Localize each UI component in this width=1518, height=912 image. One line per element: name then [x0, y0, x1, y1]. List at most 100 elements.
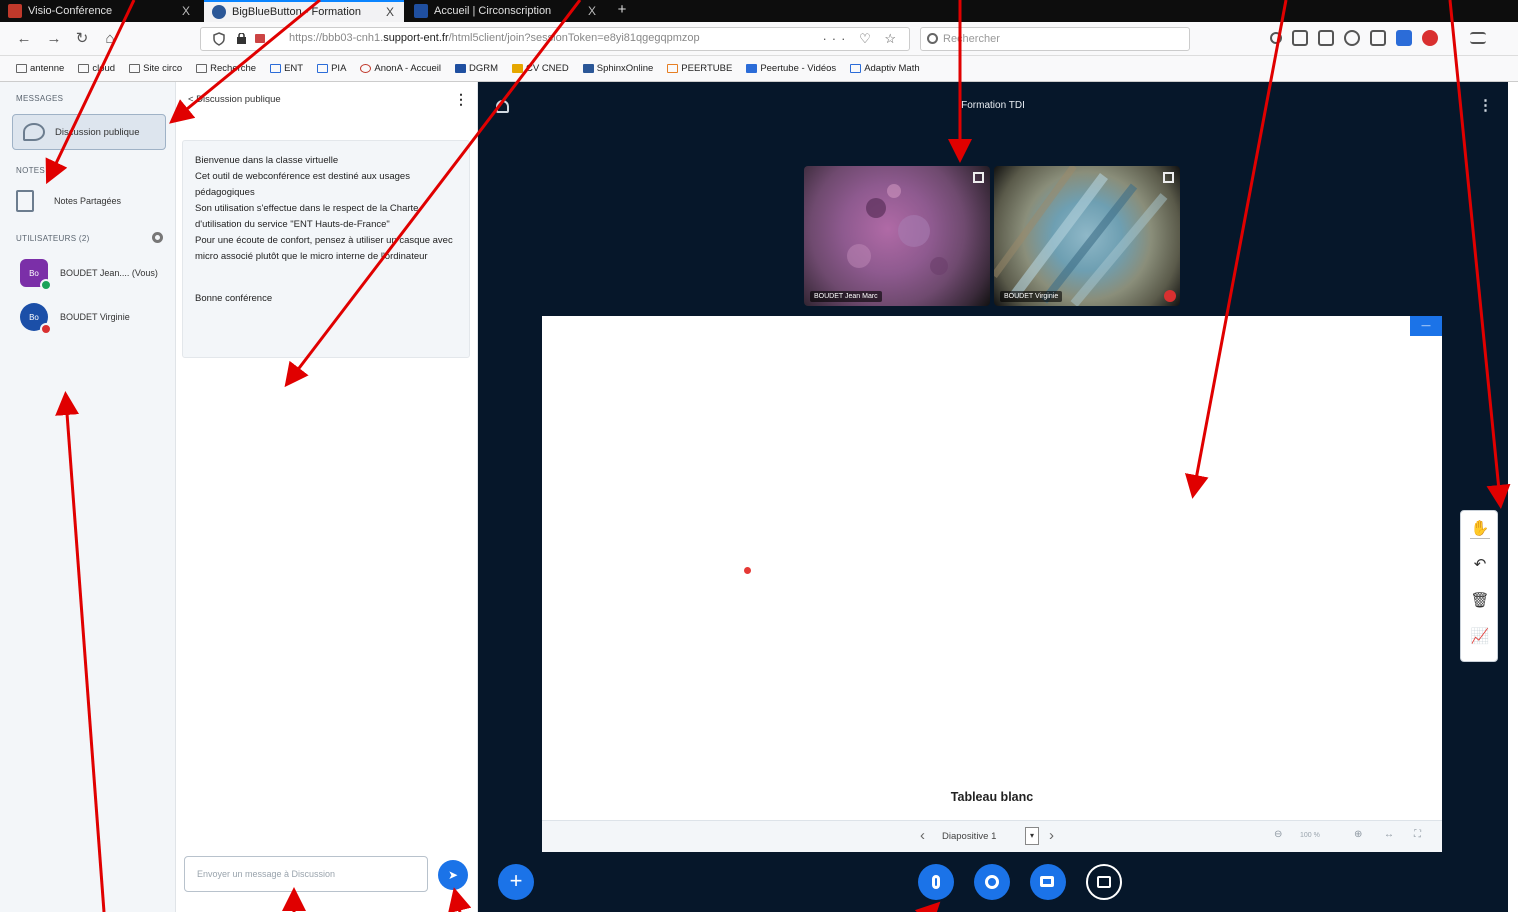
- welcome-line: Cet outil de webconférence est destiné a…: [195, 171, 410, 198]
- bookmark-item[interactable]: Recherche: [196, 63, 256, 74]
- mic-muted-icon: [40, 323, 52, 335]
- tab-close-icon[interactable]: X: [178, 4, 194, 18]
- bookmark-item[interactable]: PIA: [317, 63, 346, 74]
- url-text: https://bbb03-cnh1.support-ent.fr/html5c…: [289, 32, 700, 44]
- previous-slide-button[interactable]: ‹: [920, 827, 925, 844]
- webcam-tile[interactable]: BOUDET Jean Marc: [804, 166, 990, 306]
- hamburger-menu-icon[interactable]: [1470, 32, 1486, 44]
- zoom-in-icon[interactable]: ⊕: [1354, 829, 1362, 840]
- phone-icon: [985, 875, 999, 889]
- whiteboard-tools-panel: ✋ ↶ 🗑 📈: [1460, 510, 1498, 662]
- fullscreen-icon[interactable]: ⛶: [1414, 829, 1421, 840]
- users-section-title: UTILISATEURS (2): [16, 234, 90, 243]
- extension-badge-icon[interactable]: [1396, 30, 1412, 46]
- slide-selector[interactable]: Diapositive 1: [942, 831, 996, 842]
- download-icon[interactable]: [1270, 32, 1282, 44]
- fullscreen-icon[interactable]: [1163, 172, 1174, 183]
- chat-message-input[interactable]: Envoyer un message à Discussion: [184, 856, 428, 892]
- account-icon[interactable]: [1344, 30, 1360, 46]
- bookmark-favicon: [511, 64, 523, 73]
- cursor-pointer-dot: [744, 567, 751, 574]
- send-message-button[interactable]: ➤: [438, 860, 468, 890]
- search-placeholder: Rechercher: [943, 33, 1000, 45]
- bookmark-item[interactable]: ENT: [270, 63, 303, 74]
- bookmark-item[interactable]: CV CNED: [511, 63, 569, 74]
- whiteboard-label: Tableau blanc: [950, 790, 1034, 804]
- new-tab-button[interactable]: +: [610, 0, 634, 22]
- next-slide-button[interactable]: ›: [1049, 827, 1054, 844]
- tab-favicon: [8, 4, 22, 18]
- bookmark-item[interactable]: SphinxOnline: [582, 63, 653, 74]
- folder-icon: [16, 64, 27, 73]
- tab-favicon: [414, 4, 428, 18]
- back-icon[interactable]: ←: [14, 29, 34, 49]
- share-screen-button[interactable]: [1086, 864, 1122, 900]
- bookmark-item[interactable]: antenne: [16, 63, 64, 74]
- avatar: Bo: [20, 259, 52, 291]
- mute-microphone-button[interactable]: [918, 864, 954, 900]
- adblock-icon[interactable]: [1422, 30, 1438, 46]
- zoom-out-icon[interactable]: ⊖: [1274, 829, 1282, 840]
- welcome-line: Bienvenue dans la classe virtuelle: [195, 155, 339, 166]
- multi-user-whiteboard-icon[interactable]: 📈: [1470, 627, 1490, 647]
- slide-dropdown-icon[interactable]: ▾: [1025, 827, 1039, 845]
- tab-close-icon[interactable]: X: [382, 5, 398, 19]
- home-icon[interactable]: ⌂: [100, 29, 120, 49]
- browser-search-field[interactable]: Rechercher: [920, 27, 1190, 51]
- whiteboard-presentation[interactable]: — Tableau blanc ‹ Diapositive 1 ▾ › ⊖ 10…: [542, 316, 1442, 852]
- tab-accueil[interactable]: Accueil | Circonscription X: [406, 0, 606, 22]
- folder-icon: [129, 64, 141, 73]
- gear-icon[interactable]: [152, 232, 163, 243]
- webcam-tile[interactable]: BOUDET Virginie: [994, 166, 1180, 306]
- bookmark-favicon: [454, 64, 466, 73]
- bookmark-item[interactable]: Peertube - Vidéos: [746, 63, 836, 74]
- welcome-line: Son utilisation s'effectue dans le respe…: [195, 203, 419, 230]
- bookmark-favicon: [850, 64, 862, 73]
- lock-icon[interactable]: [237, 33, 246, 44]
- bookmark-favicon: [270, 64, 282, 73]
- fullscreen-icon[interactable]: [973, 172, 984, 183]
- tab-visio[interactable]: Visio-Conférence X: [0, 0, 200, 22]
- bookmark-favicon: [317, 64, 329, 73]
- tab-close-icon[interactable]: X: [584, 4, 600, 18]
- shared-notes-button[interactable]: Notes Partagées: [16, 188, 121, 214]
- page-actions-icons[interactable]: ··· ♡ ☆: [822, 31, 901, 47]
- bookmark-item[interactable]: DGRM: [454, 63, 498, 74]
- bookmark-item[interactable]: AnonA - Accueil: [360, 63, 441, 74]
- tab-favicon: [212, 5, 226, 19]
- chat-options-icon[interactable]: ⋮: [454, 91, 468, 108]
- bookmark-item[interactable]: cloud: [78, 63, 115, 74]
- options-menu-icon[interactable]: ⋮: [1478, 96, 1493, 114]
- trash-icon[interactable]: 🗑: [1470, 591, 1490, 611]
- library-icon[interactable]: [1292, 30, 1308, 46]
- extensions-icon[interactable]: [1370, 30, 1386, 46]
- bookmark-item[interactable]: Site circo: [129, 63, 182, 74]
- fit-width-icon[interactable]: ↔: [1384, 829, 1394, 840]
- tracking-shield-icon[interactable]: [213, 32, 225, 46]
- chat-header-back-button[interactable]: < Discussion publique: [188, 94, 281, 105]
- user-list-item[interactable]: Bo BOUDET Virginie: [20, 300, 130, 335]
- undo-icon[interactable]: ↶: [1470, 555, 1490, 575]
- forward-icon[interactable]: →: [44, 29, 64, 49]
- bookmark-item[interactable]: PEERTUBE: [667, 63, 732, 74]
- shared-notes-label: Notes Partagées: [54, 196, 122, 206]
- screen-share-icon: [1097, 876, 1111, 888]
- public-chat-button[interactable]: Discussion publique: [12, 114, 166, 150]
- bookmark-item[interactable]: Adaptiv Math: [850, 63, 920, 74]
- minimize-presentation-button[interactable]: —: [1410, 316, 1442, 336]
- webcam-feed-image: [847, 184, 948, 275]
- bookmark-favicon: [582, 64, 594, 73]
- share-webcam-button[interactable]: [1030, 864, 1066, 900]
- actions-plus-button[interactable]: +: [498, 864, 534, 900]
- bookmarks-bar: antenne cloud Site circo Recherche ENT P…: [0, 56, 1518, 82]
- hand-tool-icon[interactable]: ✋: [1470, 519, 1490, 539]
- notes-section-title: NOTES: [16, 166, 46, 175]
- folder-icon: [196, 64, 208, 73]
- user-list-item[interactable]: Bo BOUDET Jean.... (Vous): [20, 256, 158, 291]
- reload-icon[interactable]: ↻: [72, 29, 92, 49]
- address-bar[interactable]: https://bbb03-cnh1.support-ent.fr/html5c…: [200, 27, 910, 51]
- sidebar-toggle-icon[interactable]: [1318, 30, 1334, 46]
- tab-bbb-active[interactable]: BigBlueButton - Formation X: [204, 0, 404, 22]
- leave-audio-button[interactable]: [974, 864, 1010, 900]
- camera-permission-icon[interactable]: [255, 34, 265, 43]
